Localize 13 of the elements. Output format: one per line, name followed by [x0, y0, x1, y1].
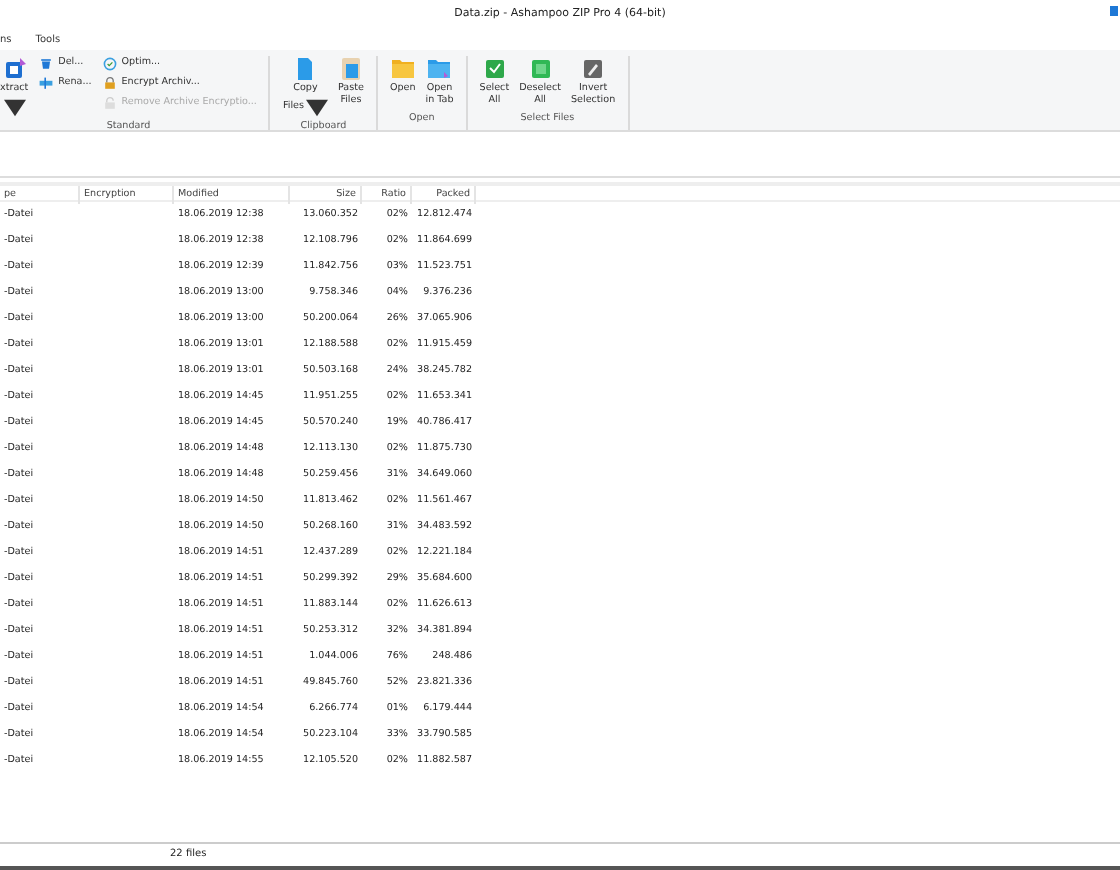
- folder-icon: [428, 56, 451, 80]
- window-button[interactable]: [1110, 6, 1118, 16]
- lock-icon: [101, 76, 118, 92]
- cursor-icon: [38, 76, 55, 92]
- clipboard-icon: [339, 56, 362, 80]
- trash-icon: [38, 56, 55, 72]
- brush-icon: [582, 56, 605, 80]
- check-circle-icon: [101, 56, 118, 72]
- folder-icon: [391, 56, 414, 80]
- lock-icon: [101, 96, 118, 112]
- checkbox-icon: [483, 56, 506, 80]
- document-icon: [294, 56, 317, 80]
- square-icon: [529, 56, 552, 80]
